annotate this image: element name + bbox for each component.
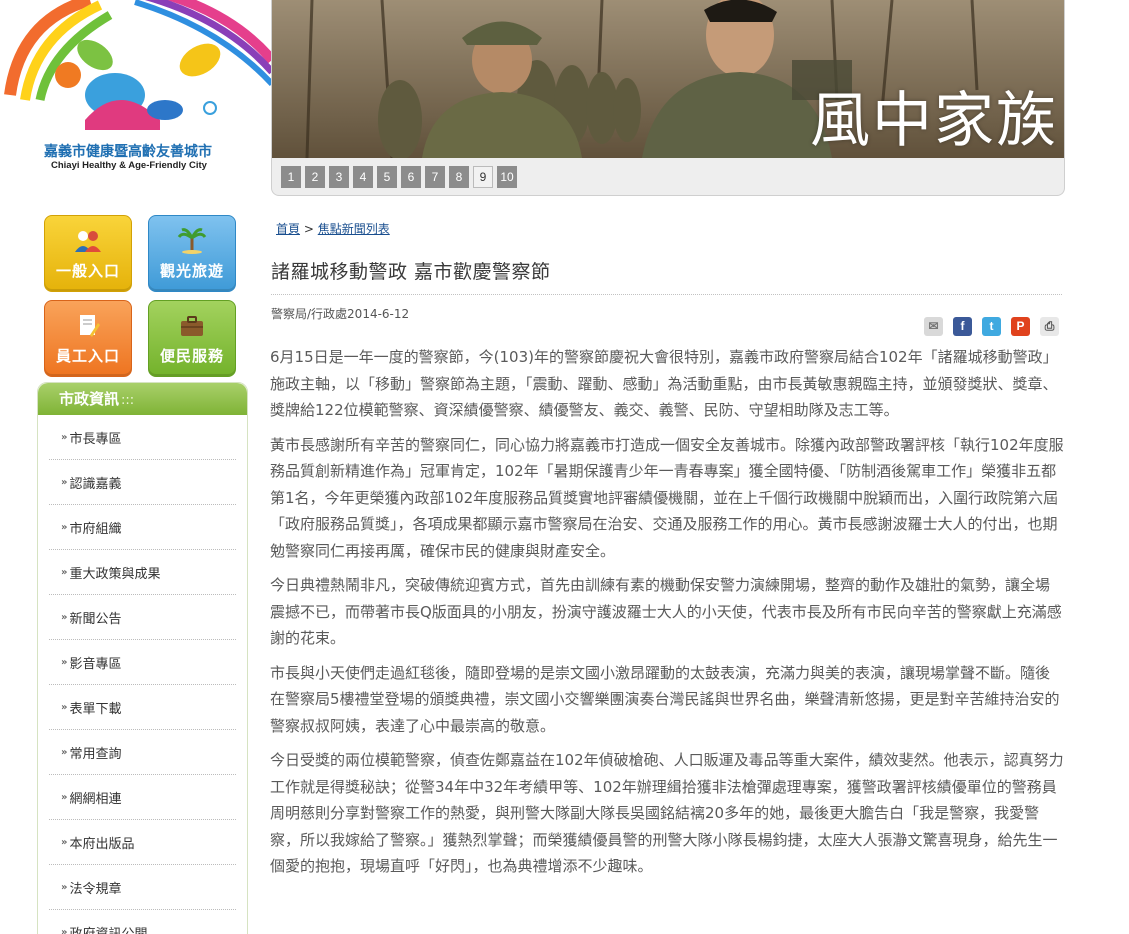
- page-button-4[interactable]: 4: [353, 166, 373, 188]
- article-body: 6月15日是一年一度的警察節，今(103)年的警察節慶祝大會很特別，嘉義市政府警…: [270, 344, 1064, 888]
- sidebar-item-label: 重大政策與成果: [69, 566, 161, 582]
- sidebar-item-label: 法令規章: [69, 881, 122, 897]
- employee-entry-label: 員工入口: [55, 347, 120, 365]
- logo-caption-zh: 嘉義市健康暨高齡友善城市: [44, 144, 212, 160]
- article-title: 諸羅城移動警政 嘉市歡慶警察節: [271, 261, 551, 283]
- tourism-button[interactable]: 觀光旅遊: [148, 215, 236, 292]
- page-button-7[interactable]: 7: [425, 166, 445, 188]
- sidebar-item-label: 政府資訊公開: [69, 926, 148, 934]
- sidebar-item-organization[interactable]: » 市府組織: [49, 505, 236, 550]
- breadcrumb-news-list-link[interactable]: 焦點新聞列表: [318, 222, 390, 236]
- sidebar-header: 市政資訊:::: [38, 383, 247, 415]
- page-button-2[interactable]: 2: [305, 166, 325, 188]
- sidebar-item-regulations[interactable]: » 法令規章: [49, 865, 236, 910]
- article-meta: 警察局/行政處2014-6-12: [271, 307, 410, 321]
- chevron-right-icon: »: [61, 701, 68, 713]
- sidebar-item-media[interactable]: » 影音專區: [49, 640, 236, 685]
- chevron-right-icon: »: [61, 656, 68, 668]
- banner-carousel[interactable]: 風中家族 1 2 3 4 5 6 7 8 9 10: [271, 0, 1065, 196]
- people-icon: [75, 231, 101, 252]
- logo-caption-en: Chiayi Healthy & Age-Friendly City: [51, 160, 207, 171]
- sidebar-item-label: 網網相連: [69, 791, 122, 807]
- sidebar-list: » 市長專區 » 認識嘉義 » 市府組織 » 重大政策與成果 » 新聞公告 » 影音專區 »…: [38, 415, 247, 934]
- employee-entry-button[interactable]: 員工入口: [44, 300, 132, 377]
- chevron-right-icon: »: [61, 566, 68, 578]
- facebook-icon[interactable]: f: [953, 317, 972, 336]
- sidebar-item-label: 本府出版品: [69, 836, 135, 852]
- tourism-label: 觀光旅遊: [159, 262, 224, 280]
- sidebar-item-news[interactable]: » 新聞公告: [49, 595, 236, 640]
- sidebar-item-publications[interactable]: » 本府出版品: [49, 820, 236, 865]
- plurk-icon[interactable]: P: [1011, 317, 1030, 336]
- sidebar-item-policies[interactable]: » 重大政策與成果: [49, 550, 236, 595]
- sidebar-item-label: 新聞公告: [69, 611, 122, 627]
- document-pen-icon: [80, 315, 100, 337]
- sidebar-item-label: 市府組織: [69, 521, 122, 537]
- article-paragraph: 6月15日是一年一度的警察節，今(103)年的警察節慶祝大會很特別，嘉義市政府警…: [270, 348, 1058, 419]
- article-paragraph: 今日受獎的兩位模範警察，偵查佐鄭嘉益在102年偵破槍砲、人口販運及毒品等重大案件…: [270, 751, 1064, 875]
- breadcrumb-separator: >: [303, 222, 314, 236]
- sidebar-item-label: 認識嘉義: [69, 476, 122, 492]
- sidebar-item-about-chiayi[interactable]: » 認識嘉義: [49, 460, 236, 505]
- print-icon[interactable]: ⎙: [1040, 317, 1059, 336]
- page-button-6[interactable]: 6: [401, 166, 421, 188]
- sidebar-menu: 市政資訊::: » 市長專區 » 認識嘉義 » 市府組織 » 重大政策與成果 » 新聞公告…: [37, 382, 248, 934]
- twitter-icon[interactable]: t: [982, 317, 1001, 336]
- general-entry-label: 一般入口: [55, 262, 120, 280]
- share-toolbar: ✉ f t P ⎙: [924, 317, 1059, 336]
- article-paragraph: 黃市長感謝所有辛苦的警察同仁，同心協力將嘉義市打造成一個安全友善城市。除獲內政部…: [270, 435, 1064, 560]
- banner-photo[interactable]: 風中家族: [272, 0, 1064, 158]
- email-icon[interactable]: ✉: [924, 317, 943, 336]
- banner-title: 風中家族: [810, 86, 1058, 156]
- banner-pager: 1 2 3 4 5 6 7 8 9 10: [281, 166, 517, 188]
- title-divider: [271, 294, 1062, 295]
- page-button-1[interactable]: 1: [281, 166, 301, 188]
- sidebar-item-label: 常用查詢: [69, 746, 122, 762]
- general-entry-button[interactable]: 一般入口: [44, 215, 132, 292]
- chevron-right-icon: »: [61, 746, 68, 758]
- chevron-right-icon: »: [61, 476, 68, 488]
- breadcrumb: 首頁 > 焦點新聞列表: [276, 220, 390, 237]
- sidebar-item-queries[interactable]: » 常用查詢: [49, 730, 236, 775]
- sidebar-item-label: 影音專區: [69, 656, 122, 672]
- chevron-right-icon: »: [61, 926, 68, 934]
- page-button-9[interactable]: 9: [473, 166, 493, 188]
- sidebar-item-forms[interactable]: » 表單下載: [49, 685, 236, 730]
- chevron-right-icon: »: [61, 791, 68, 803]
- chevron-right-icon: »: [61, 836, 68, 848]
- palm-tree-icon: [177, 228, 207, 254]
- chevron-right-icon: »: [61, 431, 68, 443]
- citizen-service-button[interactable]: 便民服務: [148, 300, 236, 377]
- sidebar-item-open-info[interactable]: » 政府資訊公開: [49, 910, 236, 934]
- page-button-3[interactable]: 3: [329, 166, 349, 188]
- article-paragraph: 市長與小天使們走過紅毯後，隨即登場的是崇文國小激昂躍動的太鼓表演，充滿力與美的表…: [270, 663, 1060, 735]
- chevron-right-icon: »: [61, 611, 68, 623]
- page-button-10[interactable]: 10: [497, 166, 517, 188]
- citizen-service-label: 便民服務: [159, 347, 224, 365]
- page-button-8[interactable]: 8: [449, 166, 469, 188]
- sidebar-item-links[interactable]: » 網網相連: [49, 775, 236, 820]
- sidebar-item-label: 表單下載: [69, 701, 122, 717]
- article-paragraph: 今日典禮熱鬧非凡，突破傳統迎賓方式，首先由訓練有素的機動保安警力演練開場，整齊的…: [270, 576, 1062, 647]
- sidebar-header-title: 市政資訊: [59, 390, 120, 408]
- breadcrumb-home-link[interactable]: 首頁: [276, 222, 300, 236]
- chevron-right-icon: »: [61, 881, 68, 893]
- sidebar-item-label: 市長專區: [69, 431, 122, 447]
- briefcase-icon: [181, 316, 203, 336]
- sidebar-header-dots: :::: [121, 393, 135, 408]
- sidebar-item-mayor[interactable]: » 市長專區: [49, 415, 236, 460]
- site-logo[interactable]: 嘉義市健康暨高齡友善城市 Chiayi Healthy & Age-Friend…: [0, 0, 272, 190]
- page-button-5[interactable]: 5: [377, 166, 397, 188]
- chevron-right-icon: »: [61, 521, 68, 533]
